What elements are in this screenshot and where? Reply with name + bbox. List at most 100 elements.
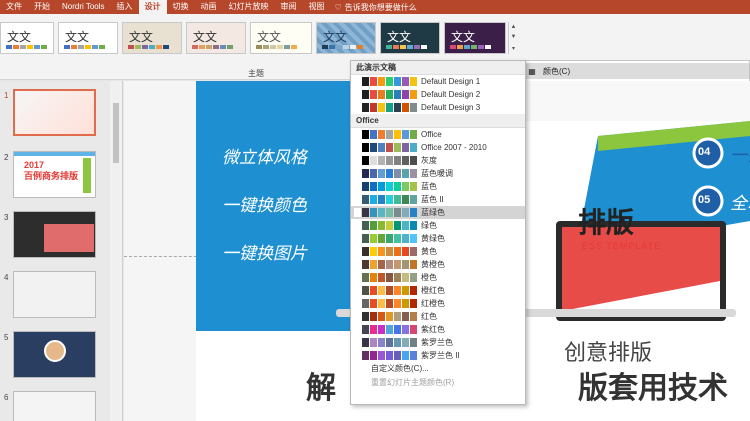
ribbon-tab[interactable]: 幻灯片放映 — [223, 0, 275, 14]
color-scheme-name: 紫红色 — [421, 325, 445, 334]
color-scheme-name: 紫罗兰色 II — [421, 351, 460, 360]
slide-number: 6 — [4, 393, 9, 402]
color-scheme-item[interactable]: 蓝色 II — [351, 193, 525, 206]
color-scheme-item[interactable]: 黄橙色 — [351, 258, 525, 271]
color-scheme-item[interactable]: 灰度 — [351, 154, 525, 167]
slide-number: 4 — [4, 273, 9, 282]
color-swatch-strip — [354, 143, 417, 152]
color-swatch-strip — [354, 312, 417, 321]
theme-thumbnail[interactable]: 文文 — [316, 22, 376, 54]
color-scheme-item[interactable]: Default Design 2 — [351, 88, 525, 101]
custom-colors-item[interactable]: 自定义颜色(C)... — [351, 362, 525, 376]
more-icon[interactable]: ▾ — [512, 45, 515, 52]
slide-thumbnail[interactable] — [13, 331, 96, 378]
color-scheme-item[interactable]: 紫罗兰色 II — [351, 349, 525, 362]
theme-thumbnail[interactable]: 文文 — [122, 22, 182, 54]
tell-me-box[interactable]: ♡ 告诉我你想要做什么 — [335, 2, 417, 13]
color-swatch-strip — [354, 234, 417, 243]
theme-thumbnail[interactable]: 文文 — [0, 22, 54, 54]
ribbon-tab[interactable]: 插入 — [111, 0, 139, 14]
color-scheme-item[interactable]: 绿色 — [351, 219, 525, 232]
color-scheme-item[interactable]: 蓝绿色 — [351, 206, 525, 219]
slide-number: 3 — [4, 213, 9, 222]
slide-bottom-text-left: 解 — [306, 371, 336, 406]
color-scheme-name: 黄绿色 — [421, 234, 445, 243]
color-scheme-item[interactable]: Office 2007 - 2010 — [351, 141, 525, 154]
theme-thumb-text: 文文 — [193, 30, 218, 44]
color-scheme-name: 红色 — [421, 312, 437, 321]
color-swatch-strip — [354, 325, 417, 334]
slide-thumbnail[interactable] — [13, 271, 96, 318]
color-swatch-strip — [354, 103, 417, 112]
right-label-04: 一键换视频 — [730, 146, 750, 166]
color-scheme-name: 红橙色 — [421, 299, 445, 308]
slide-thumbnail[interactable] — [13, 391, 96, 421]
color-swatch-strip — [354, 260, 417, 269]
color-scheme-name: 蓝色暖调 — [421, 169, 453, 178]
color-scheme-item[interactable]: Office — [351, 128, 525, 141]
theme-thumb-text: 文文 — [129, 30, 154, 44]
color-scheme-item[interactable]: 蓝色暖调 — [351, 167, 525, 180]
color-scheme-item[interactable]: 紫红色 — [351, 323, 525, 336]
color-scheme-name: 灰度 — [421, 156, 437, 165]
theme-thumbnail[interactable]: 文文 — [186, 22, 246, 54]
theme-thumbnail[interactable]: 文文 — [380, 22, 440, 54]
color-swatch-strip — [354, 286, 417, 295]
theme-thumb-text: 文文 — [451, 30, 476, 44]
ribbon-tab[interactable]: 设计 — [138, 0, 167, 14]
color-scheme-item[interactable]: 红橙色 — [351, 297, 525, 310]
ribbon-tab[interactable]: 切换 — [167, 0, 195, 14]
color-scheme-item[interactable]: 橙色 — [351, 271, 525, 284]
ribbon-tab[interactable]: 文件 — [0, 0, 28, 14]
panel-scrollbar[interactable] — [110, 81, 122, 421]
gallery-scroll[interactable]: ▲ ▼ ▾ — [508, 22, 518, 54]
theme-thumb-text: 文文 — [257, 30, 282, 44]
ribbon-tab[interactable]: 动画 — [195, 0, 223, 14]
group-label-themes: 主题 — [248, 69, 264, 78]
slide-thumbnail[interactable] — [13, 89, 96, 136]
reset-colors-item: 重置幻灯片主题颜色(R) — [371, 378, 455, 387]
color-scheme-item[interactable]: 紫罗兰色 — [351, 336, 525, 349]
slide-thumb-red-shape — [44, 224, 94, 252]
color-swatch-strip — [354, 90, 417, 99]
color-scheme-item[interactable]: 黄色 — [351, 245, 525, 258]
color-swatch-strip — [354, 273, 417, 282]
slide-big-title: 排版 — [578, 206, 635, 239]
lightbulb-icon: ♡ — [334, 2, 342, 12]
color-swatch-strip — [354, 338, 417, 347]
tell-me-text: 告诉我你想要做什么 — [344, 2, 417, 12]
variant-menu-item[interactable]: ▦ 颜色(C) — [521, 63, 749, 79]
ribbon-tab[interactable]: 审阅 — [275, 0, 303, 14]
color-scheme-item[interactable]: Default Design 3 — [351, 101, 525, 114]
scroll-down-icon[interactable]: ▼ — [511, 34, 517, 40]
left-label-3: 一键换图片 — [222, 244, 307, 264]
theme-color-bars — [256, 45, 297, 49]
color-scheme-item[interactable]: 黄绿色 — [351, 232, 525, 245]
slide-thumbnail[interactable] — [13, 211, 96, 258]
slide-number: 1 — [4, 91, 9, 100]
color-scheme-item[interactable]: Default Design 1 — [351, 75, 525, 88]
slide-template-text: ESS TEMPLATE — [582, 241, 662, 251]
color-scheme-item[interactable]: 橙红色 — [351, 284, 525, 297]
theme-thumbnail[interactable]: 文文 — [444, 22, 506, 54]
scroll-up-icon[interactable]: ▲ — [511, 24, 517, 30]
ribbon-tab[interactable]: 视图 — [303, 0, 331, 14]
color-swatch-strip — [354, 130, 417, 139]
theme-thumb-text: 文文 — [7, 30, 32, 44]
slide-thumbnail[interactable]: 2017 百例商务排版 — [13, 151, 96, 198]
ribbon-tab[interactable]: Nordri Tools — [56, 0, 111, 14]
scrollbar-thumb[interactable] — [113, 103, 119, 163]
ribbon-tab[interactable]: 开始 — [28, 0, 56, 14]
theme-thumb-text: 文文 — [387, 30, 412, 44]
color-scheme-name: Office 2007 - 2010 — [421, 143, 487, 152]
theme-thumbnail[interactable]: 文文 — [250, 22, 312, 54]
theme-color-bars — [192, 45, 233, 49]
color-scheme-item[interactable]: 蓝色 — [351, 180, 525, 193]
color-scheme-name: 蓝色 II — [421, 195, 444, 204]
left-label-2: 一键换颜色 — [222, 196, 307, 216]
color-swatch-strip — [354, 195, 417, 204]
slide-thumbnail-panel: 1 2 2017 百例商务排版 3 4 5 6 — [0, 81, 123, 421]
theme-thumbnail[interactable]: 文文 — [58, 22, 118, 54]
color-scheme-item[interactable]: 红色 — [351, 310, 525, 323]
color-swatch-strip — [354, 156, 417, 165]
